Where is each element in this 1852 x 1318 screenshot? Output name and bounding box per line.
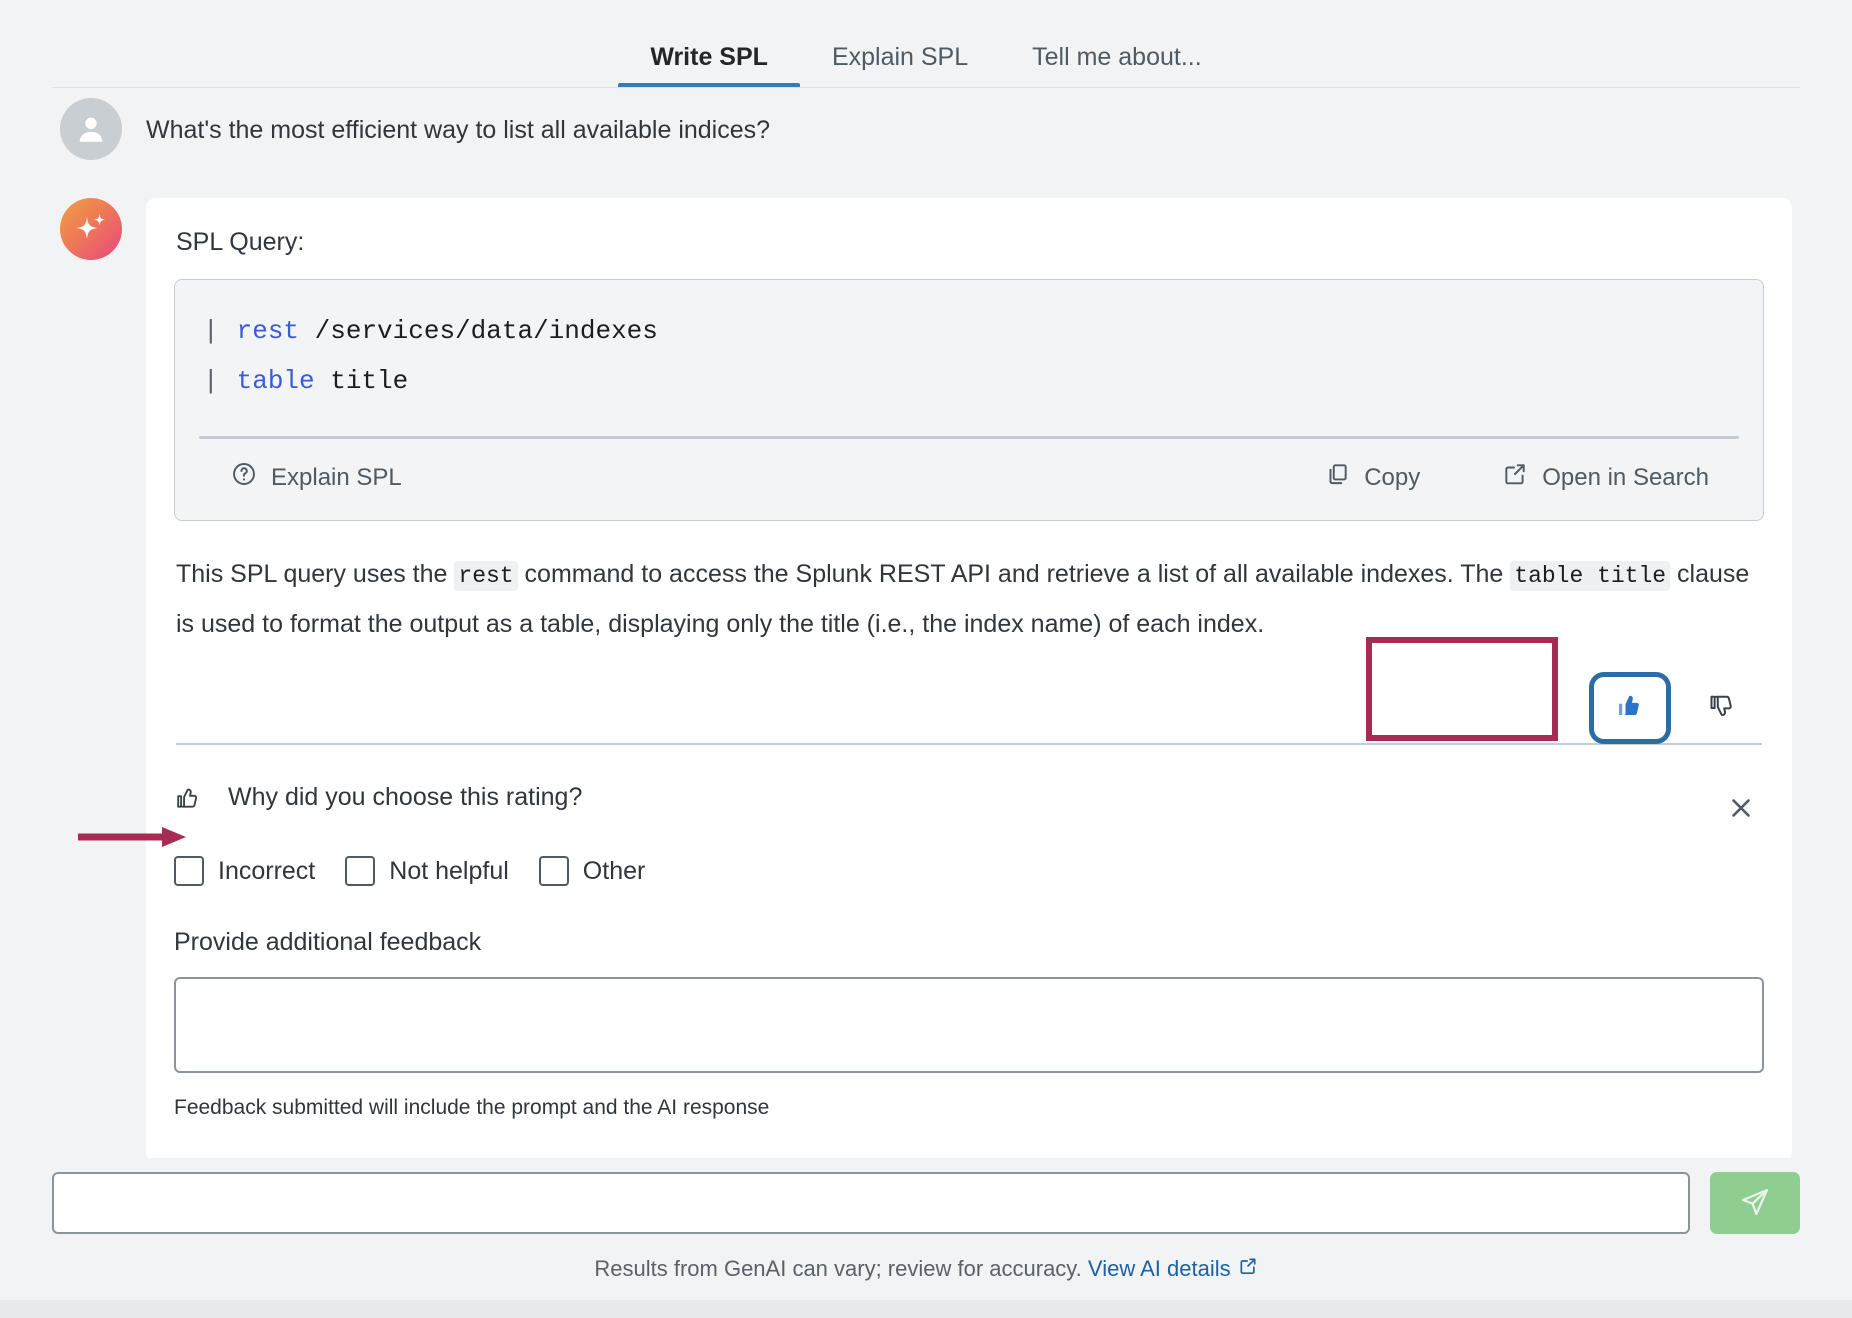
open-in-search-button[interactable]: Open in Search (1502, 461, 1709, 494)
feedback-header: Why did you choose this rating? (174, 783, 1764, 817)
tab-bar: Write SPL Explain SPL Tell me about... (0, 0, 1852, 88)
code-action-bar: Explain SPL Copy Open in Search (199, 439, 1739, 520)
checkbox-incorrect[interactable] (174, 856, 204, 886)
code-arg: title (314, 366, 409, 396)
code-line: | table title (199, 356, 1739, 406)
ai-sparkle-icon (60, 198, 122, 260)
view-ai-details-link[interactable]: View AI details (1088, 1256, 1258, 1282)
feedback-option-incorrect[interactable]: Incorrect (174, 856, 315, 886)
explanation-text: This SPL query uses the rest command to … (176, 549, 1764, 649)
additional-feedback-label: Provide additional feedback (174, 928, 482, 956)
copy-label: Copy (1364, 463, 1421, 491)
code-arg: /services/data/indexes (299, 316, 658, 346)
question-circle-icon (231, 461, 257, 494)
tab-divider (52, 87, 1800, 88)
code-keyword: rest (236, 316, 300, 346)
user-avatar-icon (60, 98, 122, 160)
copy-icon (1324, 461, 1350, 494)
composer-bar: Results from GenAI can vary; review for … (0, 1158, 1852, 1318)
send-button[interactable] (1710, 1172, 1800, 1234)
checkbox-not-helpful[interactable] (345, 856, 376, 886)
feedback-note: Feedback submitted will include the prom… (174, 1096, 770, 1119)
chat-input[interactable] (52, 1172, 1690, 1234)
open-in-search-label: Open in Search (1542, 463, 1709, 491)
footer-disclaimer: Results from GenAI can vary; review for … (594, 1256, 1082, 1281)
rating-bar (174, 637, 1764, 761)
inline-code-rest: rest (454, 561, 518, 591)
additional-feedback-textarea[interactable] (174, 977, 1764, 1073)
inline-code-table-title: table title (1510, 561, 1671, 591)
tab-write-spl[interactable]: Write SPL (618, 45, 800, 88)
code-pipe: | (203, 316, 219, 346)
thumbs-up-button[interactable] (1594, 677, 1666, 739)
code-line: | rest /services/data/indexes (199, 306, 1739, 356)
feedback-option-other[interactable]: Other (538, 856, 646, 886)
copy-button[interactable]: Copy (1324, 461, 1420, 494)
user-message-text: What's the most efficient way to list al… (146, 116, 771, 144)
explanation-part2: command to access the Splunk REST API an… (517, 560, 1511, 588)
assistant-message-row: SPL Query: | rest /services/data/indexes … (60, 198, 1792, 1163)
thumbs-up-small-icon (174, 784, 202, 812)
feedback-option-not-helpful[interactable]: Not helpful (345, 856, 509, 886)
thumbs-down-button[interactable] (1686, 677, 1758, 739)
window-bottom-strip (0, 1300, 1852, 1318)
external-link-icon (1238, 1256, 1258, 1282)
checkbox-not-helpful-label: Not helpful (389, 856, 509, 885)
explanation-part1: This SPL query uses the (176, 560, 455, 588)
feedback-question: Why did you choose this rating? (228, 783, 583, 811)
tab-tell-me-about[interactable]: Tell me about... (1000, 45, 1234, 88)
spl-query-label: SPL Query: (176, 228, 305, 256)
rating-buttons (1594, 677, 1758, 739)
close-icon[interactable] (1726, 793, 1756, 823)
spl-code-block: | rest /services/data/indexes | table titl… (174, 279, 1764, 521)
explain-spl-label: Explain SPL (271, 463, 402, 491)
footer-note: Results from GenAI can vary; review for … (0, 1256, 1852, 1282)
paper-plane-icon (1739, 1186, 1771, 1221)
view-ai-details-label: View AI details (1087, 1256, 1231, 1281)
feedback-options: Incorrect Not helpful Other (174, 856, 1764, 886)
user-message-row: What's the most efficient way to list al… (60, 98, 1792, 160)
thumbs-down-icon (1707, 691, 1737, 726)
checkbox-incorrect-label: Incorrect (218, 856, 316, 885)
rating-divider (176, 743, 1762, 745)
assistant-response-card: SPL Query: | rest /services/data/indexes … (146, 198, 1792, 1163)
explain-spl-button[interactable]: Explain SPL (231, 461, 402, 494)
code-keyword: table (236, 366, 315, 396)
thumbs-up-icon (1615, 691, 1645, 726)
code-pipe: | (203, 366, 219, 396)
tab-explain-spl[interactable]: Explain SPL (800, 45, 1000, 88)
rating-highlight-annotation (1366, 637, 1558, 741)
checkbox-other[interactable] (538, 856, 569, 886)
external-link-icon (1502, 461, 1528, 494)
checkbox-other-label: Other (582, 856, 646, 885)
composer-inner (52, 1172, 1800, 1234)
